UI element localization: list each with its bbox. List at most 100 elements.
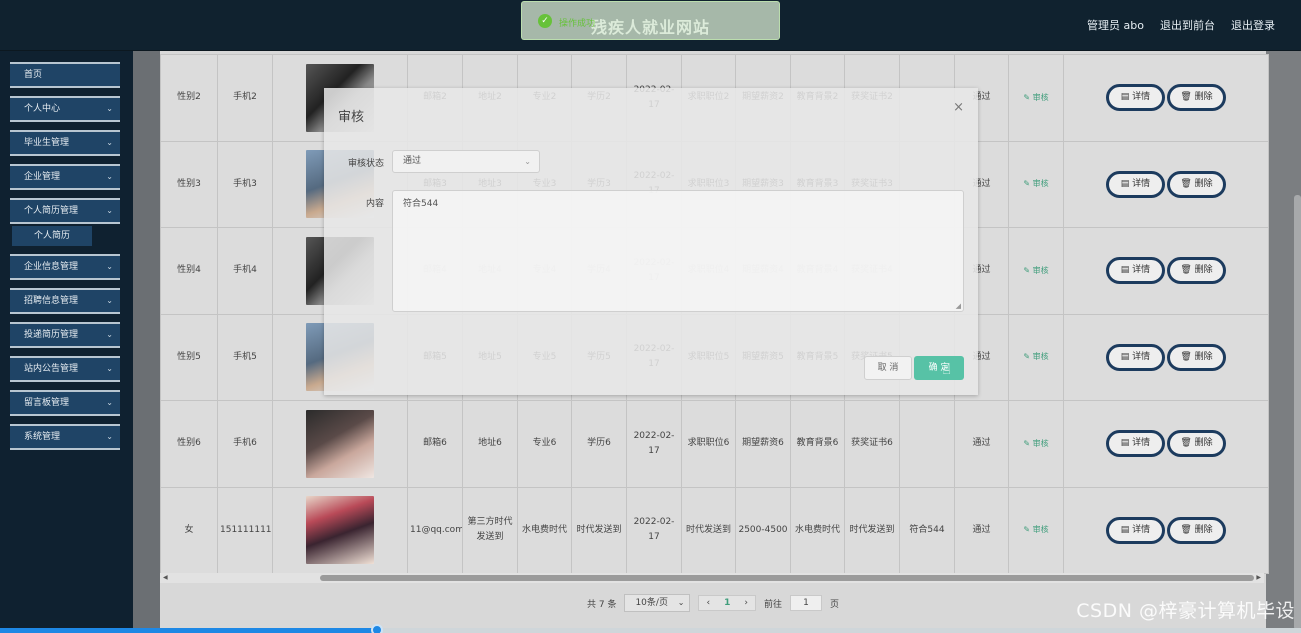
review-content-value: 符合544	[403, 199, 439, 209]
chevron-down-icon: ⌄	[106, 104, 113, 113]
salary-cell: 期望薪资6	[735, 400, 791, 488]
chevron-down-icon: ⌄	[106, 364, 113, 373]
date-cell: 2022-02-17	[626, 400, 682, 488]
review-content-textarea[interactable]: 符合544 ◢	[392, 190, 964, 312]
review-cell: ✎ 审核	[1008, 400, 1064, 488]
review-label: 审核	[1032, 179, 1049, 189]
sidebar-item-label: 个人中心	[24, 104, 61, 114]
sidebar-item-2[interactable]: 毕业生管理 ⌄	[10, 130, 120, 156]
major-cell: 专业6	[517, 400, 572, 488]
detail-button[interactable]: ▤ 详情	[1106, 257, 1165, 285]
sidebar-item-9[interactable]: 留言板管理 ⌄	[10, 390, 120, 416]
education-cell: 学历6	[571, 400, 627, 488]
review-status-value: 通过	[403, 156, 422, 166]
delete-button[interactable]: 🗑 删除	[1167, 430, 1226, 458]
logout-link[interactable]: 退出登录	[1231, 17, 1275, 33]
detail-button[interactable]: ▤ 详情	[1106, 343, 1165, 371]
email-cell: 邮箱6	[407, 400, 463, 488]
scroll-left-icon[interactable]: ◀	[163, 573, 168, 583]
next-page-button[interactable]: ›	[737, 598, 755, 608]
vertical-scrollbar[interactable]	[1294, 195, 1301, 630]
gender-cell: 性别4	[160, 227, 218, 315]
sidebar-item-8[interactable]: 站内公告管理 ⌄	[10, 356, 120, 382]
sidebar-item-4[interactable]: 个人简历管理 ⌄	[10, 198, 120, 224]
salary-cell: 2500-4500	[735, 486, 791, 574]
review-link[interactable]: ✎ 审核	[1023, 525, 1048, 534]
delete-label: 删除	[1194, 92, 1213, 103]
job-intent-cell: 时代发送到	[681, 486, 736, 574]
sidebar-item-10[interactable]: 系统管理 ⌄	[10, 424, 120, 450]
review-cell: ✎ 审核	[1008, 140, 1064, 228]
document-icon: ▤	[1120, 265, 1133, 276]
detail-button[interactable]: ▤ 详情	[1106, 170, 1165, 198]
review-cell: ✎ 审核	[1008, 486, 1064, 574]
content-cell	[899, 400, 955, 488]
delete-label: 删除	[1194, 438, 1213, 449]
review-link[interactable]: ✎ 审核	[1023, 352, 1048, 361]
goto-label: 前往	[763, 599, 782, 610]
sidebar-item-6[interactable]: 招聘信息管理 ⌄	[10, 288, 120, 314]
review-link[interactable]: ✎ 审核	[1023, 179, 1048, 188]
awards-cell: 时代发送到	[844, 486, 900, 574]
progress-knob[interactable]	[371, 624, 383, 633]
sidebar-item-7[interactable]: 投递简历管理 ⌄	[10, 322, 120, 348]
gender-cell: 性别2	[160, 54, 218, 142]
page-suffix: 页	[829, 599, 839, 610]
sidebar-item-label: 招聘信息管理	[24, 296, 79, 306]
sidebar-item-3[interactable]: 企业管理 ⌄	[10, 164, 120, 190]
chevron-down-icon: ⌄	[106, 138, 113, 147]
actions-cell: ▤ 详情 🗑 删除	[1063, 400, 1269, 488]
gender-cell: 性别3	[160, 140, 218, 228]
goto-page-input[interactable]: 1	[789, 595, 822, 611]
detail-button[interactable]: ▤ 详情	[1106, 84, 1165, 112]
actions-cell: ▤ 详情 🗑 删除	[1063, 227, 1269, 315]
trash-icon: 🗑	[1180, 524, 1195, 535]
confirm-button[interactable]: 确 定	[914, 356, 964, 380]
email-cell: 11@qq.com	[407, 486, 463, 574]
phone-cell: 手机5	[217, 313, 273, 401]
sidebar-item-label: 企业信息管理	[24, 262, 79, 272]
gender-cell: 性别5	[160, 313, 218, 401]
close-icon[interactable]: ×	[953, 100, 964, 115]
page-size-select[interactable]: 10条/页 ⌄	[624, 594, 691, 612]
job-intent-cell: 求职职位6	[681, 400, 736, 488]
cancel-button[interactable]: 取 消	[864, 356, 912, 380]
content-cell: 符合544	[899, 486, 955, 574]
delete-button[interactable]: 🗑 删除	[1167, 170, 1226, 198]
sidebar-item-label: 站内公告管理	[24, 364, 79, 374]
prev-page-button[interactable]: ‹	[699, 598, 717, 608]
submenu-item-personal-resume[interactable]: 个人简历	[12, 226, 92, 246]
review-link[interactable]: ✎ 审核	[1023, 93, 1048, 102]
review-status-select[interactable]: 通过 ⌄	[392, 150, 540, 173]
pagination: 共 7 条 10条/页 ⌄ ‹ 1 › 前往 1 页	[587, 594, 839, 612]
review-label: 审核	[1032, 352, 1049, 362]
review-link[interactable]: ✎ 审核	[1023, 266, 1048, 275]
detail-button[interactable]: ▤ 详情	[1106, 516, 1165, 544]
page-nav: ‹ 1 ›	[698, 595, 756, 611]
chevron-down-icon: ⌄	[106, 172, 113, 181]
major-cell: 水电费时代	[517, 486, 572, 574]
horizontal-scrollbar[interactable]: ◀ ▶	[160, 573, 1264, 583]
review-cell: ✎ 审核	[1008, 227, 1064, 315]
review-link[interactable]: ✎ 审核	[1023, 439, 1048, 448]
chevron-down-icon: ⌄	[106, 296, 113, 305]
delete-button[interactable]: 🗑 删除	[1167, 343, 1226, 371]
page-number-current[interactable]: 1	[717, 598, 737, 608]
sidebar-item-1[interactable]: 个人中心 ⌄	[10, 96, 120, 122]
back-to-front-link[interactable]: 退出到前台	[1160, 17, 1215, 33]
sidebar-item-5[interactable]: 企业信息管理 ⌄	[10, 254, 120, 280]
chevron-down-icon: ⌄	[106, 206, 113, 215]
delete-button[interactable]: 🗑 删除	[1167, 84, 1226, 112]
delete-button[interactable]: 🗑 删除	[1167, 257, 1226, 285]
status-label: 审核状态	[347, 159, 384, 169]
resize-grip-icon[interactable]: ◢	[956, 302, 961, 310]
document-icon: ▤	[1120, 92, 1133, 103]
sidebar-item-0[interactable]: 首页	[10, 62, 120, 88]
playback-progress-bar[interactable]	[0, 624, 1301, 633]
delete-button[interactable]: 🗑 删除	[1167, 516, 1226, 544]
scroll-right-icon[interactable]: ▶	[1256, 573, 1261, 583]
horizontal-scrollbar-thumb[interactable]	[320, 575, 1254, 581]
detail-button[interactable]: ▤ 详情	[1106, 430, 1165, 458]
review-label: 审核	[1032, 92, 1049, 102]
edit-icon: ✎	[1023, 179, 1033, 189]
